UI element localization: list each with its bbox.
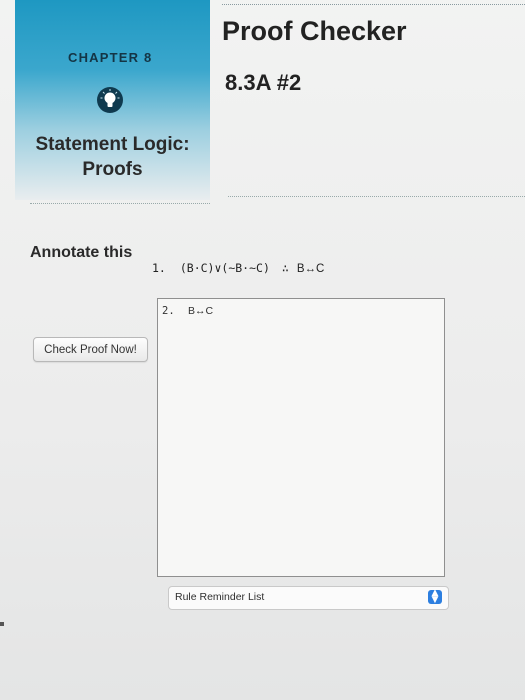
proof-line-number: 2. [162,305,175,317]
divider-top [222,4,525,5]
page-title: Proof Checker [222,16,407,46]
annotate-label: Annotate this [30,244,133,261]
proof-line-formula: B↔C [188,305,214,317]
proof-input-area[interactable]: 2. B↔C [157,298,445,577]
premise-line-number: 1. [152,261,166,275]
exercise-id: 8.3A #2 [225,70,302,95]
divider-right [228,196,525,197]
chapter-label: CHAPTER 8 [68,50,153,65]
premise-formula: (B·C)∨(~B·~C) [179,261,270,275]
conclusion-formula: B↔C [296,263,325,275]
chapter-title: Statement Logic: Proofs [15,132,210,182]
lightbulb-icon [97,87,123,113]
chapter-title-line2: Proofs [82,159,143,180]
edge-artifact [0,622,4,626]
select-arrows-icon[interactable]: ▲ ▼ [428,589,442,605]
premise-line: 1. (B·C)∨(~B·~C) ∴ B↔C [152,261,324,275]
rule-reminder-select[interactable]: Rule Reminder List ▲ ▼ [168,586,449,610]
rule-select-value: Rule Reminder List [175,591,265,603]
check-proof-button[interactable]: Check Proof Now! [33,337,148,362]
chapter-title-line1: Statement Logic: [35,134,190,155]
therefore-symbol: ∴ [281,261,289,275]
divider-left [30,203,210,204]
